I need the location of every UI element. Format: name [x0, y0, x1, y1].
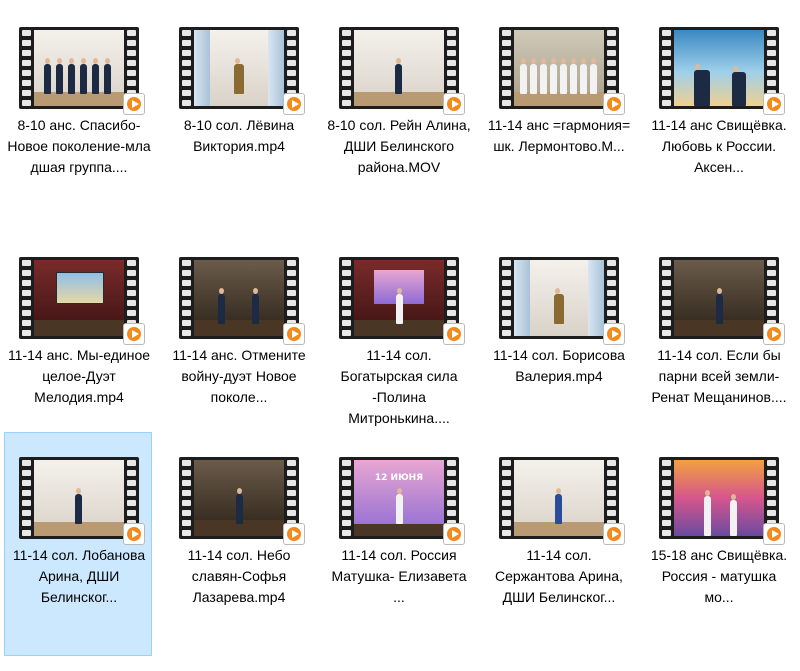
- film-strip-icon: [659, 457, 779, 539]
- file-item[interactable]: 11-14 сол. Борисова Валерия.mp4: [484, 232, 632, 456]
- video-thumbnail: [659, 457, 785, 545]
- film-strip-icon: [339, 27, 459, 109]
- film-strip-icon: [179, 27, 299, 109]
- file-item[interactable]: 8-10 анс. Спасибо-Новое поколение-мла дш…: [4, 2, 152, 226]
- video-thumbnail: [179, 257, 305, 345]
- file-name-label: 11-14 сол. Если бы парни всей земли-Рена…: [651, 347, 787, 405]
- video-preview-frame: [514, 30, 604, 106]
- file-item[interactable]: 11-14 анс. Отмените войну-дуэт Новое пок…: [164, 232, 312, 456]
- file-item[interactable]: 11-14 анс. Мы-единое целое-Дуэт Мелодия.…: [4, 232, 152, 456]
- media-player-badge-icon: [443, 323, 465, 345]
- media-player-badge-icon: [123, 93, 145, 115]
- media-player-badge-icon: [603, 93, 625, 115]
- film-strip-icon: [659, 257, 779, 339]
- file-item[interactable]: 11-14 сол. Лобанова Арина, ДШИ Белинског…: [4, 432, 152, 656]
- video-thumbnail: [659, 27, 785, 115]
- video-preview-frame: 12 ИЮНЯ: [354, 460, 444, 536]
- film-strip-icon: [499, 457, 619, 539]
- film-strip-icon: [499, 257, 619, 339]
- film-strip-icon: [19, 257, 139, 339]
- video-thumbnail: [19, 257, 145, 345]
- film-strip-icon: 12 ИЮНЯ: [339, 457, 459, 539]
- media-player-badge-icon: [283, 93, 305, 115]
- file-name-label: 15-18 анс Свищёвка. Россия - матушка мо.…: [650, 547, 788, 605]
- file-item[interactable]: 11-14 сол. Богатырская сила -Полина Митр…: [324, 232, 472, 456]
- film-strip-icon: [659, 27, 779, 109]
- film-strip-icon: [19, 457, 139, 539]
- video-preview-frame: [34, 260, 124, 336]
- film-strip-icon: [19, 27, 139, 109]
- file-name-label: 11-14 анс =гармония= шк. Лермонтово.М...: [487, 117, 631, 154]
- file-name-label: 8-10 анс. Спасибо-Новое поколение-мла дш…: [7, 117, 151, 175]
- video-preview-frame: [194, 260, 284, 336]
- file-item[interactable]: 11-14 сол. Если бы парни всей земли-Рена…: [644, 232, 792, 456]
- film-strip-icon: [339, 257, 459, 339]
- file-name-label: 11-14 сол. Небо славян-Софья Лазарева.mp…: [187, 547, 291, 605]
- file-grid: 8-10 анс. Спасибо-Новое поколение-мла дш…: [0, 0, 800, 671]
- file-item[interactable]: 8-10 сол. Рейн Алина, ДШИ Белинского рай…: [324, 2, 472, 226]
- file-name-label: 11-14 сол. Богатырская сила -Полина Митр…: [340, 347, 458, 426]
- video-preview-frame: [674, 30, 764, 106]
- media-player-badge-icon: [603, 323, 625, 345]
- video-preview-frame: [674, 460, 764, 536]
- file-item[interactable]: 11-14 сол. Небо славян-Софья Лазарева.mp…: [164, 432, 312, 656]
- video-thumbnail: [179, 27, 305, 115]
- video-thumbnail: [179, 457, 305, 545]
- media-player-badge-icon: [763, 523, 785, 545]
- file-item[interactable]: 8-10 сол. Лёвина Виктория.mp4: [164, 2, 312, 226]
- video-thumbnail: [499, 257, 625, 345]
- video-thumbnail: [659, 257, 785, 345]
- media-player-badge-icon: [123, 523, 145, 545]
- media-player-badge-icon: [123, 323, 145, 345]
- file-item[interactable]: 11-14 анс Свищёвка. Любовь к России. Акс…: [644, 2, 792, 226]
- media-player-badge-icon: [763, 323, 785, 345]
- file-item[interactable]: 12 ИЮНЯ 11-14 сол. Россия Матушка- Елизав…: [324, 432, 472, 656]
- video-preview-frame: [674, 260, 764, 336]
- media-player-badge-icon: [443, 523, 465, 545]
- video-preview-frame: [514, 460, 604, 536]
- media-player-badge-icon: [443, 93, 465, 115]
- film-strip-icon: [179, 457, 299, 539]
- video-thumbnail: [339, 27, 465, 115]
- file-name-label: 11-14 сол. Борисова Валерия.mp4: [493, 347, 625, 384]
- media-player-badge-icon: [283, 523, 305, 545]
- video-preview-frame: [514, 260, 604, 336]
- media-player-badge-icon: [603, 523, 625, 545]
- video-thumbnail: [19, 457, 145, 545]
- video-preview-frame: [354, 30, 444, 106]
- file-name-label: 11-14 анс. Отмените войну-дуэт Новое пок…: [172, 347, 306, 405]
- video-preview-frame: [354, 260, 444, 336]
- video-preview-frame: [194, 460, 284, 536]
- media-player-badge-icon: [763, 93, 785, 115]
- file-item[interactable]: 11-14 сол. Сержантова Арина, ДШИ Белинск…: [484, 432, 632, 656]
- file-name-label: 8-10 сол. Рейн Алина, ДШИ Белинского рай…: [327, 117, 471, 175]
- file-name-label: 11-14 сол. Россия Матушка- Елизавета ...: [331, 547, 467, 605]
- file-name-label: 11-14 анс Свищёвка. Любовь к России. Акс…: [651, 117, 787, 175]
- file-item[interactable]: 15-18 анс Свищёвка. Россия - матушка мо.…: [644, 432, 792, 656]
- file-name-label: 8-10 сол. Лёвина Виктория.mp4: [183, 117, 295, 154]
- video-thumbnail: [339, 257, 465, 345]
- video-preview-frame: [34, 460, 124, 536]
- file-name-label: 11-14 сол. Сержантова Арина, ДШИ Белинск…: [495, 547, 623, 605]
- video-thumbnail: [499, 457, 625, 545]
- video-thumbnail: [19, 27, 145, 115]
- file-name-label: 11-14 сол. Лобанова Арина, ДШИ Белинског…: [12, 547, 146, 605]
- video-preview-frame: [34, 30, 124, 106]
- video-thumbnail: [499, 27, 625, 115]
- file-item[interactable]: 11-14 анс =гармония= шк. Лермонтово.М...: [484, 2, 632, 226]
- video-thumbnail: 12 ИЮНЯ: [339, 457, 465, 545]
- film-strip-icon: [499, 27, 619, 109]
- film-strip-icon: [179, 257, 299, 339]
- file-name-label: 11-14 анс. Мы-единое целое-Дуэт Мелодия.…: [7, 347, 151, 405]
- video-preview-frame: [194, 30, 284, 106]
- media-player-badge-icon: [283, 323, 305, 345]
